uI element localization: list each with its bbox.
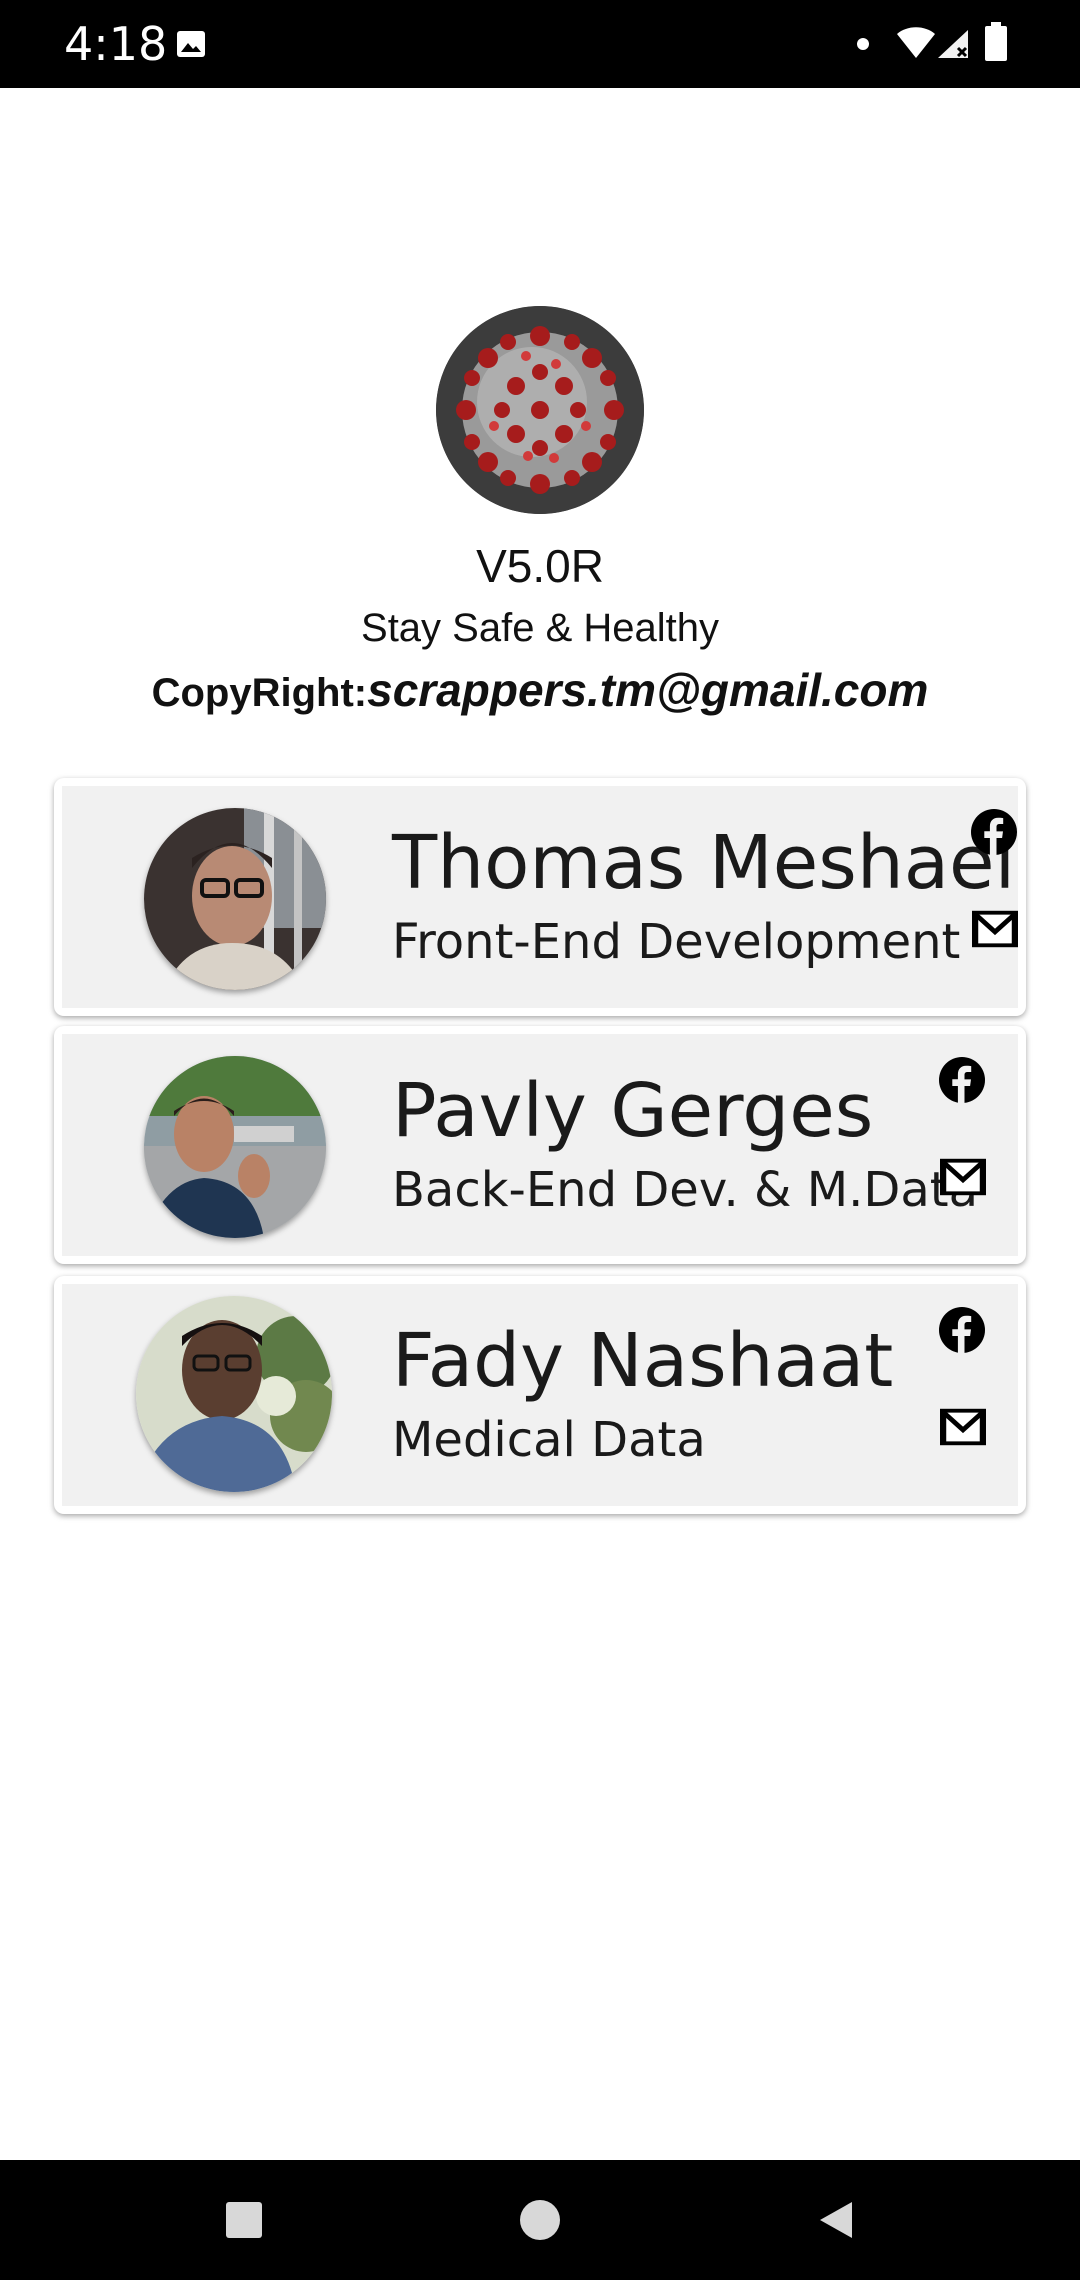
facebook-icon[interactable] — [938, 1306, 986, 1354]
team-card-pavly: Pavly Gerges Back-End Dev. & M.Data — [54, 1026, 1026, 1264]
member-role: Back-End Dev. & M.Data — [392, 1162, 978, 1218]
avatar-thomas — [144, 808, 326, 990]
tagline: Stay Safe & Healthy — [361, 606, 719, 650]
card-body: Fady Nashaat Medical Data — [62, 1284, 1018, 1506]
avatar-fady — [136, 1296, 332, 1492]
image-icon — [177, 31, 205, 57]
gmail-icon[interactable] — [940, 1408, 986, 1446]
app-version: V5.0R — [476, 540, 604, 592]
copyright-email[interactable]: scrappers.tm@gmail.com — [367, 664, 928, 716]
card-body: Pavly Gerges Back-End Dev. & M.Data — [62, 1034, 1018, 1256]
battery-icon — [985, 22, 1007, 61]
member-role: Medical Data — [392, 1412, 706, 1468]
facebook-icon[interactable] — [938, 1056, 986, 1104]
signal-icon — [938, 30, 968, 58]
member-name: Pavly Gerges — [392, 1068, 874, 1154]
wifi-icon — [897, 27, 935, 58]
copyright: CopyRight:scrappers.tm@gmail.com — [0, 660, 1080, 723]
status-time: 4:18 — [64, 17, 168, 71]
card-body: Thomas Meshael Front-End Development — [62, 786, 1018, 1008]
coronavirus-logo — [436, 306, 644, 514]
gmail-icon[interactable] — [940, 1158, 986, 1196]
facebook-icon[interactable] — [970, 808, 1018, 856]
team-card-fady: Fady Nashaat Medical Data — [54, 1276, 1026, 1514]
gmail-icon[interactable] — [972, 910, 1018, 948]
navigation-bar — [0, 2160, 1080, 2280]
notification-dot-icon — [857, 38, 869, 50]
avatar-pavly — [144, 1056, 326, 1238]
team-card-thomas: Thomas Meshael Front-End Development — [54, 778, 1026, 1016]
recents-icon[interactable] — [226, 2202, 262, 2238]
member-name: Fady Nashaat — [392, 1318, 894, 1404]
back-icon[interactable] — [818, 2200, 854, 2240]
home-icon[interactable] — [520, 2200, 560, 2240]
copyright-label: CopyRight: — [151, 671, 368, 715]
member-name: Thomas Meshael — [392, 820, 1016, 906]
member-role: Front-End Development — [392, 914, 961, 970]
status-bar: 4:18 — [0, 0, 1080, 88]
